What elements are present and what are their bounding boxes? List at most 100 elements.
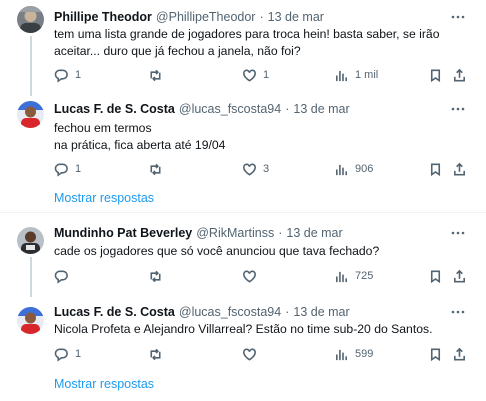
reply-icon — [54, 270, 68, 284]
retweet-icon — [150, 69, 161, 81]
more-options-icon[interactable] — [450, 9, 466, 25]
thread-line — [30, 257, 32, 297]
like-button[interactable]: 3 — [242, 160, 269, 178]
bookmark-button[interactable] — [428, 160, 443, 178]
tweet-date[interactable]: 13 de mar — [286, 226, 342, 240]
tweet-date[interactable]: 13 de mar — [293, 102, 349, 116]
tweet-header: Phillipe Theodor @PhillipeTheodor · 13 de m… — [54, 9, 324, 25]
tweet-text: fechou em termos na prática, fica aberta… — [54, 120, 464, 154]
retweet-button[interactable] — [148, 345, 169, 363]
tweet-text-line: tem uma lista grande de jogadores para t… — [54, 27, 440, 41]
author-handle[interactable]: @lucas_fscosta94 — [179, 102, 281, 116]
like-button[interactable] — [242, 267, 263, 285]
view-count: 725 — [355, 270, 374, 282]
bookmark-icon — [430, 270, 441, 283]
action-bar: 1 1 1 mil — [54, 66, 474, 84]
views-button[interactable]: 906 — [334, 160, 373, 178]
tweet-text-line: aceitar... duro que já fechou a janela, … — [54, 44, 301, 58]
bookmark-button[interactable] — [428, 66, 443, 84]
reply-button[interactable] — [54, 267, 75, 285]
avatar[interactable] — [17, 307, 44, 334]
author-name[interactable]: Lucas F. de S. Costa — [54, 102, 175, 116]
tweet-4[interactable]: Lucas F. de S. Costa @lucas_fscosta94 · 13 … — [0, 292, 486, 401]
like-count: 3 — [263, 163, 270, 175]
tweet-text-line: fechou em termos — [54, 121, 152, 135]
tweet-date[interactable]: 13 de mar — [268, 10, 324, 24]
reply-count: 1 — [75, 163, 82, 175]
bookmark-button[interactable] — [428, 267, 443, 285]
thread-line — [30, 36, 32, 96]
view-count: 599 — [355, 348, 374, 360]
share-icon — [454, 347, 465, 360]
action-bar: 725 — [54, 267, 474, 285]
more-options-icon[interactable] — [450, 225, 466, 241]
separator-dot: · — [285, 305, 290, 319]
show-replies-link[interactable]: Mostrar respostas — [54, 191, 154, 205]
like-count: 1 — [263, 69, 270, 81]
author-name[interactable]: Phillipe Theodor — [54, 10, 152, 24]
tweet-text-line: na prática, fica aberta até 19/04 — [54, 138, 226, 152]
tweet-1[interactable]: Phillipe Theodor @PhillipeTheodor · 13 de m… — [0, 0, 486, 96]
more-options-icon[interactable] — [450, 304, 466, 320]
author-handle[interactable]: @lucas_fscosta94 — [179, 305, 281, 319]
bookmark-icon — [430, 163, 441, 176]
heart-icon — [243, 348, 256, 361]
bookmark-button[interactable] — [428, 345, 443, 363]
reply-button[interactable]: 1 — [54, 345, 81, 363]
reply-button[interactable]: 1 — [54, 160, 81, 178]
tweet-2[interactable]: Lucas F. de S. Costa @lucas_fscosta94 · 13 … — [0, 92, 486, 209]
separator-dot: · — [278, 226, 283, 240]
retweet-button[interactable] — [148, 267, 169, 285]
tweet-text: tem uma lista grande de jogadores para t… — [54, 26, 464, 60]
author-handle[interactable]: @RikMartinss — [196, 226, 274, 240]
show-replies-link[interactable]: Mostrar respostas — [54, 377, 154, 391]
views-chart-icon — [336, 349, 347, 360]
separator-dot: · — [259, 10, 264, 24]
views-chart-icon — [336, 70, 347, 81]
tweet-3[interactable]: Mundinho Pat Beverley @RikMartinss · 13 de … — [0, 213, 486, 297]
more-options-icon[interactable] — [450, 101, 466, 117]
view-count: 906 — [355, 163, 374, 175]
tweet-header: Lucas F. de S. Costa @lucas_fscosta94 · 13 … — [54, 304, 350, 320]
reply-count: 1 — [75, 69, 82, 81]
separator-dot: · — [285, 102, 290, 116]
author-name[interactable]: Mundinho Pat Beverley — [54, 226, 192, 240]
reply-icon — [54, 69, 68, 83]
author-handle[interactable]: @PhillipeTheodor — [156, 10, 256, 24]
avatar[interactable] — [17, 227, 44, 254]
tweet-text-line: cade os jogadores que só você anunciou q… — [54, 244, 380, 258]
action-bar: 1 3 906 — [54, 160, 474, 178]
retweet-icon — [150, 348, 161, 360]
heart-icon — [243, 69, 256, 82]
bookmark-icon — [430, 69, 441, 82]
share-icon — [454, 269, 465, 282]
reply-count: 1 — [75, 348, 82, 360]
views-chart-icon — [336, 271, 347, 282]
retweet-button[interactable] — [148, 66, 169, 84]
share-icon — [454, 68, 465, 81]
share-button[interactable] — [452, 66, 467, 84]
share-button[interactable] — [452, 345, 467, 363]
tweet-text: Nicola Profeta e Alejandro Villarreal? E… — [54, 321, 464, 338]
action-bar: 1 599 — [54, 345, 474, 363]
views-button[interactable]: 599 — [334, 345, 373, 363]
heart-icon — [243, 163, 256, 176]
author-name[interactable]: Lucas F. de S. Costa — [54, 305, 175, 319]
share-button[interactable] — [452, 267, 467, 285]
views-button[interactable]: 1 mil — [334, 66, 378, 84]
reply-button[interactable]: 1 — [54, 66, 81, 84]
retweet-icon — [150, 270, 161, 282]
views-chart-icon — [336, 164, 347, 175]
bookmark-icon — [430, 348, 441, 361]
retweet-button[interactable] — [148, 160, 169, 178]
share-button[interactable] — [452, 160, 467, 178]
reply-icon — [54, 348, 68, 362]
avatar[interactable] — [17, 101, 44, 128]
like-button[interactable] — [242, 345, 263, 363]
heart-icon — [243, 270, 256, 283]
tweet-header: Lucas F. de S. Costa @lucas_fscosta94 · 13 … — [54, 101, 350, 117]
like-button[interactable]: 1 — [242, 66, 269, 84]
views-button[interactable]: 725 — [334, 267, 373, 285]
tweet-date[interactable]: 13 de mar — [293, 305, 349, 319]
avatar[interactable] — [17, 6, 44, 33]
